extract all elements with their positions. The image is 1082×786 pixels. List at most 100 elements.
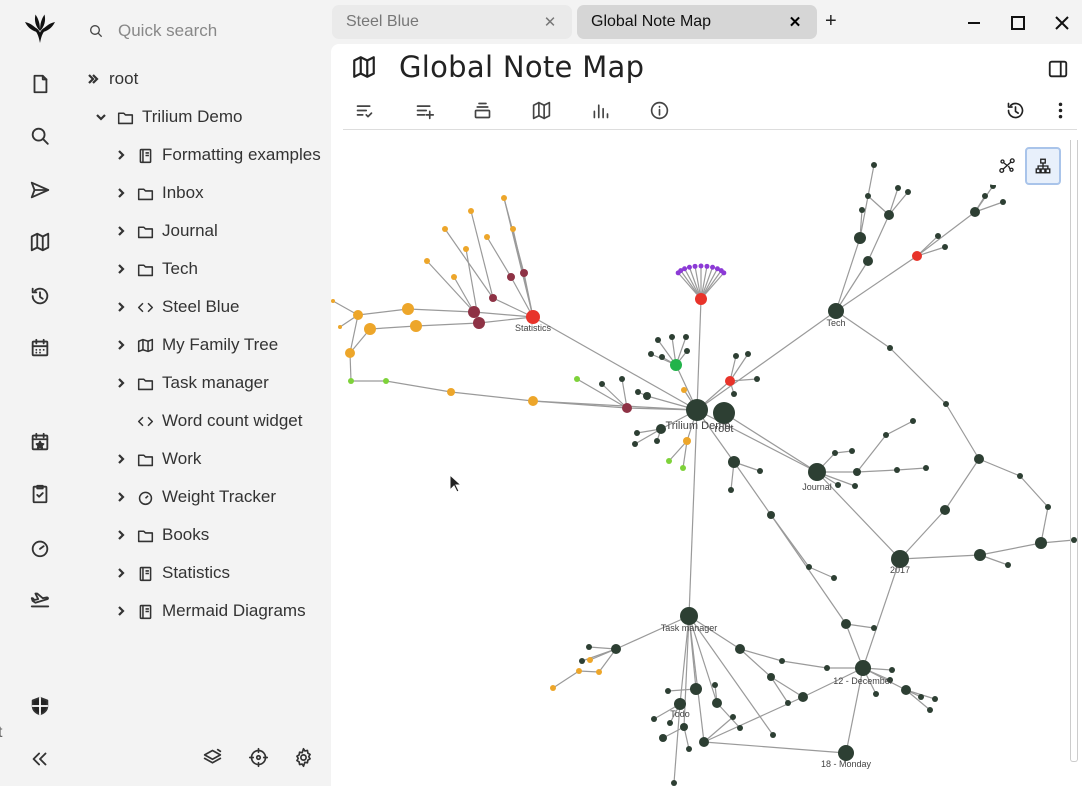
collapse-stack-icon[interactable] bbox=[468, 96, 496, 124]
graph-node[interactable] bbox=[345, 348, 355, 358]
quick-search-input[interactable] bbox=[118, 21, 318, 41]
graph-node[interactable] bbox=[634, 430, 640, 436]
graph-node[interactable] bbox=[854, 232, 866, 244]
graph-node[interactable] bbox=[841, 619, 851, 629]
chevron-right-icon[interactable] bbox=[112, 339, 130, 351]
graph-node[interactable] bbox=[473, 317, 485, 329]
double-chevron-right-icon[interactable] bbox=[84, 73, 102, 85]
more-options-icon[interactable] bbox=[1046, 96, 1074, 124]
graph-node[interactable] bbox=[918, 694, 924, 700]
graph-node[interactable] bbox=[526, 310, 540, 324]
note-list-icon[interactable] bbox=[350, 96, 378, 124]
chevron-right-icon[interactable] bbox=[112, 263, 130, 275]
tree-item-tech[interactable]: Tech bbox=[112, 254, 198, 284]
graph-node[interactable] bbox=[923, 465, 929, 471]
chevron-down-icon[interactable] bbox=[92, 111, 110, 123]
tree-item-task-manager[interactable]: Task manager bbox=[112, 368, 269, 398]
graph-node[interactable] bbox=[721, 270, 727, 276]
graph-node[interactable] bbox=[883, 432, 889, 438]
chevron-right-icon[interactable] bbox=[112, 225, 130, 237]
graph-node[interactable] bbox=[520, 269, 528, 277]
graph-node[interactable] bbox=[943, 401, 949, 407]
graph-node[interactable] bbox=[655, 337, 661, 343]
close-tab-icon[interactable]: ✕ bbox=[787, 13, 803, 31]
tree-map-icon[interactable] bbox=[1025, 147, 1061, 185]
graph-node[interactable] bbox=[686, 264, 692, 270]
graph-node[interactable] bbox=[576, 668, 582, 674]
graph-node[interactable] bbox=[331, 299, 335, 303]
graph-node[interactable] bbox=[684, 348, 690, 354]
graph-node[interactable] bbox=[712, 698, 722, 708]
graph-node[interactable] bbox=[574, 376, 580, 382]
map-icon[interactable] bbox=[24, 226, 56, 258]
graph-node[interactable] bbox=[1035, 537, 1047, 549]
graph-node[interactable] bbox=[884, 210, 894, 220]
link-map-icon[interactable] bbox=[989, 147, 1025, 185]
graph-node[interactable] bbox=[596, 669, 602, 675]
graph-node[interactable] bbox=[550, 685, 556, 691]
graph-node[interactable] bbox=[451, 274, 457, 280]
graph-node[interactable] bbox=[757, 468, 763, 474]
graph-node[interactable] bbox=[442, 226, 448, 232]
graph-node[interactable] bbox=[353, 310, 363, 320]
tree-item-my-family-tree[interactable]: My Family Tree bbox=[112, 330, 278, 360]
close-window-icon[interactable] bbox=[1048, 10, 1076, 36]
note-map-icon[interactable] bbox=[527, 96, 555, 124]
tree-item-journal[interactable]: Journal bbox=[112, 216, 218, 246]
graph-node[interactable] bbox=[731, 391, 737, 397]
chevron-right-icon[interactable] bbox=[112, 605, 130, 617]
graph-node[interactable] bbox=[669, 334, 675, 340]
new-tab-icon[interactable]: + bbox=[825, 10, 837, 33]
graph-node[interactable] bbox=[871, 625, 877, 631]
graph-node[interactable] bbox=[865, 193, 871, 199]
graph-node[interactable] bbox=[728, 456, 740, 468]
graph-node[interactable] bbox=[659, 354, 665, 360]
graph-node[interactable] bbox=[680, 723, 688, 731]
graph-node[interactable] bbox=[974, 454, 984, 464]
graph-node[interactable] bbox=[643, 392, 651, 400]
vertical-scrollbar[interactable] bbox=[1070, 140, 1078, 762]
graph-node[interactable] bbox=[348, 378, 354, 384]
graph-node[interactable] bbox=[635, 389, 641, 395]
graph-node[interactable] bbox=[871, 162, 877, 168]
graph-node[interactable] bbox=[632, 441, 638, 447]
trilium-logo[interactable] bbox=[20, 8, 60, 48]
graph-node[interactable] bbox=[855, 660, 871, 676]
graph-node[interactable] bbox=[683, 437, 691, 445]
note-revisions-icon[interactable] bbox=[1001, 96, 1029, 124]
graph-node[interactable] bbox=[656, 424, 666, 434]
graph-node[interactable] bbox=[798, 692, 808, 702]
graph-node[interactable] bbox=[806, 564, 812, 570]
graph-node[interactable] bbox=[831, 575, 837, 581]
tree-item-word-count-widget[interactable]: Word count widget bbox=[112, 406, 302, 436]
gauge-icon[interactable] bbox=[24, 532, 56, 564]
graph-node[interactable] bbox=[828, 303, 844, 319]
graph-node[interactable] bbox=[468, 208, 474, 214]
graph-node[interactable] bbox=[935, 233, 941, 239]
graph-node[interactable] bbox=[528, 396, 538, 406]
tree-item-mermaid-diagrams[interactable]: Mermaid Diagrams bbox=[112, 596, 306, 626]
shield-icon[interactable] bbox=[24, 690, 56, 722]
graph-node[interactable] bbox=[507, 273, 515, 281]
chevron-right-icon[interactable] bbox=[112, 529, 130, 541]
info-icon[interactable] bbox=[645, 96, 673, 124]
graph-node[interactable] bbox=[887, 345, 893, 351]
graph-node[interactable] bbox=[889, 667, 895, 673]
graph-node[interactable] bbox=[383, 378, 389, 384]
graph-node[interactable] bbox=[808, 463, 826, 481]
chevron-right-icon[interactable] bbox=[112, 377, 130, 389]
graph-node[interactable] bbox=[767, 511, 775, 519]
graph-node[interactable] bbox=[835, 482, 841, 488]
tree-item-formatting-examples[interactable]: Formatting examples bbox=[112, 140, 321, 170]
graph-node[interactable] bbox=[725, 376, 735, 386]
graph-node[interactable] bbox=[894, 467, 900, 473]
tree-item-steel-blue[interactable]: Steel Blue bbox=[112, 292, 240, 322]
graph-node[interactable] bbox=[599, 381, 605, 387]
note-map-graph[interactable]: Statistics TechTrilium DemorootJournal201… bbox=[331, 132, 1082, 786]
graph-node[interactable] bbox=[463, 246, 469, 252]
toggle-right-panel-icon[interactable] bbox=[1047, 58, 1069, 85]
graph-node[interactable] bbox=[1000, 199, 1006, 205]
chevron-right-icon[interactable] bbox=[112, 491, 130, 503]
collapse-icon[interactable] bbox=[24, 743, 56, 775]
graph-node[interactable] bbox=[710, 264, 716, 270]
